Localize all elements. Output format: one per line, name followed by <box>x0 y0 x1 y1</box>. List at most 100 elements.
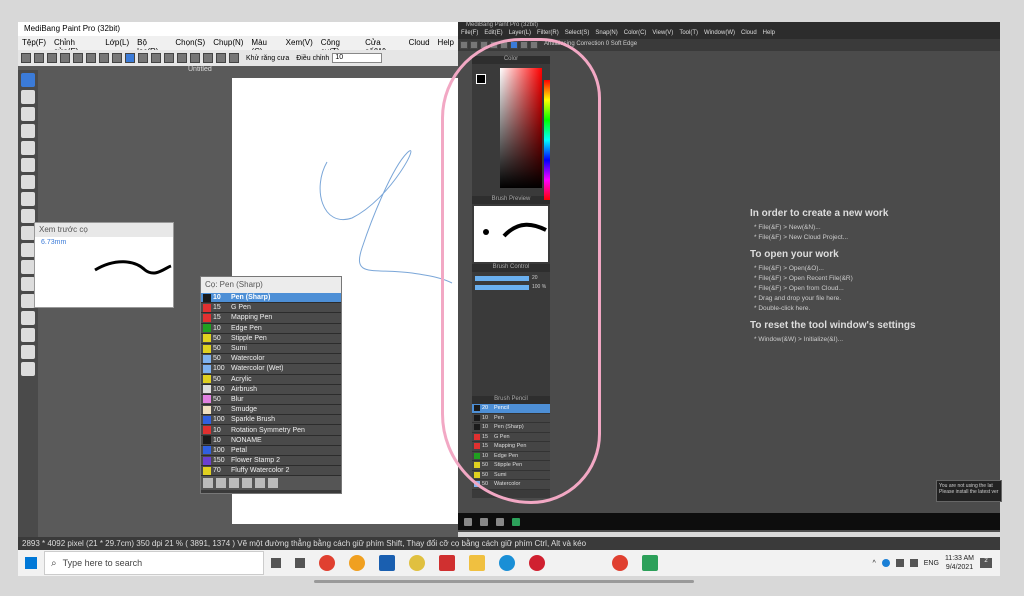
menu-snap[interactable]: Chụp(N) <box>213 38 243 48</box>
open-icon[interactable] <box>34 53 44 63</box>
menu-window[interactable]: Cửa số(W) <box>365 38 401 56</box>
undo-icon[interactable] <box>99 53 109 63</box>
select-pen-icon[interactable] <box>21 260 35 274</box>
lasso-icon[interactable] <box>21 226 35 240</box>
r-new-icon[interactable] <box>460 41 468 49</box>
brush-list-item[interactable]: 100 Sparkle Brush <box>201 415 341 426</box>
notification-icon[interactable]: 2 <box>980 558 992 568</box>
trash-icon[interactable] <box>268 478 278 489</box>
network-icon[interactable] <box>895 559 904 567</box>
office-icon[interactable] <box>439 555 455 571</box>
paint-icon[interactable] <box>409 555 425 571</box>
menu-layer[interactable]: Lớp(L) <box>105 38 129 48</box>
menu-view[interactable]: Xem(V) <box>286 38 313 48</box>
antialias-checkbox[interactable] <box>229 53 239 63</box>
brush-list-item[interactable]: 10 Pen (Sharp) <box>201 293 341 304</box>
chrome-icon[interactable] <box>319 555 335 571</box>
menu-color[interactable]: Màu (C) <box>251 38 277 56</box>
magic-wand-icon[interactable] <box>21 243 35 257</box>
r-taskview-icon[interactable] <box>496 517 504 526</box>
r-menu-snap[interactable]: Snap(N) <box>595 30 617 39</box>
language-indicator[interactable]: ENG <box>924 560 939 567</box>
bucket-icon[interactable] <box>21 175 35 189</box>
move-tool-icon[interactable] <box>21 141 35 155</box>
r-menu-tool[interactable]: Tool(T) <box>679 30 698 39</box>
brush-list-item[interactable]: 15 G Pen <box>201 303 341 314</box>
brush-list-item[interactable]: 50 Watercolor <box>201 354 341 365</box>
taskbar-search[interactable]: ⌕ Type here to search <box>44 551 264 575</box>
r-menu-color[interactable]: Color(C) <box>624 30 647 39</box>
edge-icon[interactable] <box>499 555 515 571</box>
operation-icon[interactable] <box>21 311 35 325</box>
eraser-tool-icon[interactable] <box>21 90 35 104</box>
brush-list-item[interactable]: 100 Airbrush <box>201 384 341 395</box>
snap-radial-icon[interactable] <box>177 53 187 63</box>
pinterest-icon[interactable] <box>529 555 545 571</box>
brush-list-item[interactable]: 50 Blur <box>201 394 341 406</box>
menu-file[interactable]: Tệp(F) <box>22 38 46 48</box>
task-view-icon[interactable] <box>295 558 305 568</box>
store-icon[interactable] <box>379 555 395 571</box>
r-start-icon[interactable] <box>464 517 472 526</box>
hand-icon[interactable] <box>21 362 35 376</box>
correction-input[interactable]: 10 <box>332 53 383 63</box>
menu-help[interactable]: Help <box>438 38 454 48</box>
text-icon[interactable] <box>21 294 35 308</box>
canvas-tab[interactable]: Untitled <box>188 66 248 76</box>
add-brush-icon[interactable] <box>216 478 226 489</box>
r-search-icon[interactable] <box>480 517 488 526</box>
r-app-icon[interactable] <box>512 517 520 526</box>
chevron-up-icon[interactable]: ^ <box>872 560 875 567</box>
volume-icon[interactable] <box>909 559 918 567</box>
r-menu-window[interactable]: Window(W) <box>704 30 735 39</box>
eyedropper-icon[interactable] <box>21 328 35 342</box>
pen-icon[interactable] <box>21 345 35 359</box>
snap-cross-icon[interactable] <box>151 53 161 63</box>
onedrive-icon[interactable] <box>881 559 890 567</box>
menu-tool[interactable]: Công cụ(T) <box>321 38 357 56</box>
brush-list-item[interactable]: 70 Smudge <box>201 405 341 416</box>
r-menu-view[interactable]: View(V) <box>652 30 673 39</box>
save-icon[interactable] <box>60 53 70 63</box>
check-tool-icon[interactable] <box>21 124 35 138</box>
dot-tool-icon[interactable] <box>21 107 35 121</box>
redo-icon[interactable] <box>112 53 122 63</box>
brush-list-item[interactable]: 10 NONAME <box>201 435 341 446</box>
r-open-icon[interactable] <box>470 41 478 49</box>
snap-curve-icon[interactable] <box>203 53 213 63</box>
duplicate-icon[interactable] <box>255 478 265 489</box>
copy-icon[interactable] <box>229 478 239 489</box>
r-menu-cloud[interactable]: Cloud <box>741 30 757 39</box>
r-menu-help[interactable]: Help <box>763 30 775 39</box>
menu-select[interactable]: Chọn(S) <box>175 38 205 48</box>
brush-list-item[interactable]: 10 Rotation Symmetry Pen <box>201 425 341 436</box>
brush-list-item[interactable]: 50 Acrylic <box>201 374 341 385</box>
menu-edit[interactable]: Chỉnh sửa(E) <box>54 38 97 56</box>
brush-list-item[interactable]: 100 Watercolor (Wet) <box>201 364 341 375</box>
brush-list-item[interactable]: 15 Mapping Pen <box>201 313 341 324</box>
snap-off-icon[interactable] <box>125 53 135 63</box>
brush-tool-icon[interactable] <box>21 73 35 87</box>
folder-icon[interactable] <box>242 478 252 489</box>
update-notice[interactable]: You are not using the lat Please install… <box>936 480 1002 502</box>
select-icon[interactable] <box>21 209 35 223</box>
r-menu-file[interactable]: File(F) <box>461 30 478 39</box>
save-as-icon[interactable] <box>73 53 83 63</box>
new-icon[interactable] <box>21 53 31 63</box>
r-menu-select[interactable]: Select(S) <box>565 30 590 39</box>
menu-cloud[interactable]: Cloud <box>409 38 430 48</box>
brush-list-item[interactable]: 50 Sumi <box>201 343 341 355</box>
r-menu-edit[interactable]: Edit(E) <box>484 30 502 39</box>
menu-filter[interactable]: Bộ lọc(R) <box>137 38 167 56</box>
brush-list-item[interactable]: 70 Fluffy Watercolor 2 <box>201 466 341 477</box>
snap-circle-icon[interactable] <box>190 53 200 63</box>
brush-list-item[interactable]: 100 Petal <box>201 445 341 456</box>
snap-vanish-icon[interactable] <box>164 53 174 63</box>
settings-icon[interactable] <box>203 478 213 489</box>
start-button[interactable] <box>18 550 44 576</box>
horizontal-scrollbar[interactable] <box>314 580 694 583</box>
export-icon[interactable] <box>86 53 96 63</box>
chrome-open-icon[interactable] <box>612 555 628 571</box>
snap-3d-icon[interactable] <box>216 53 226 63</box>
file-explorer-icon[interactable] <box>469 555 485 571</box>
